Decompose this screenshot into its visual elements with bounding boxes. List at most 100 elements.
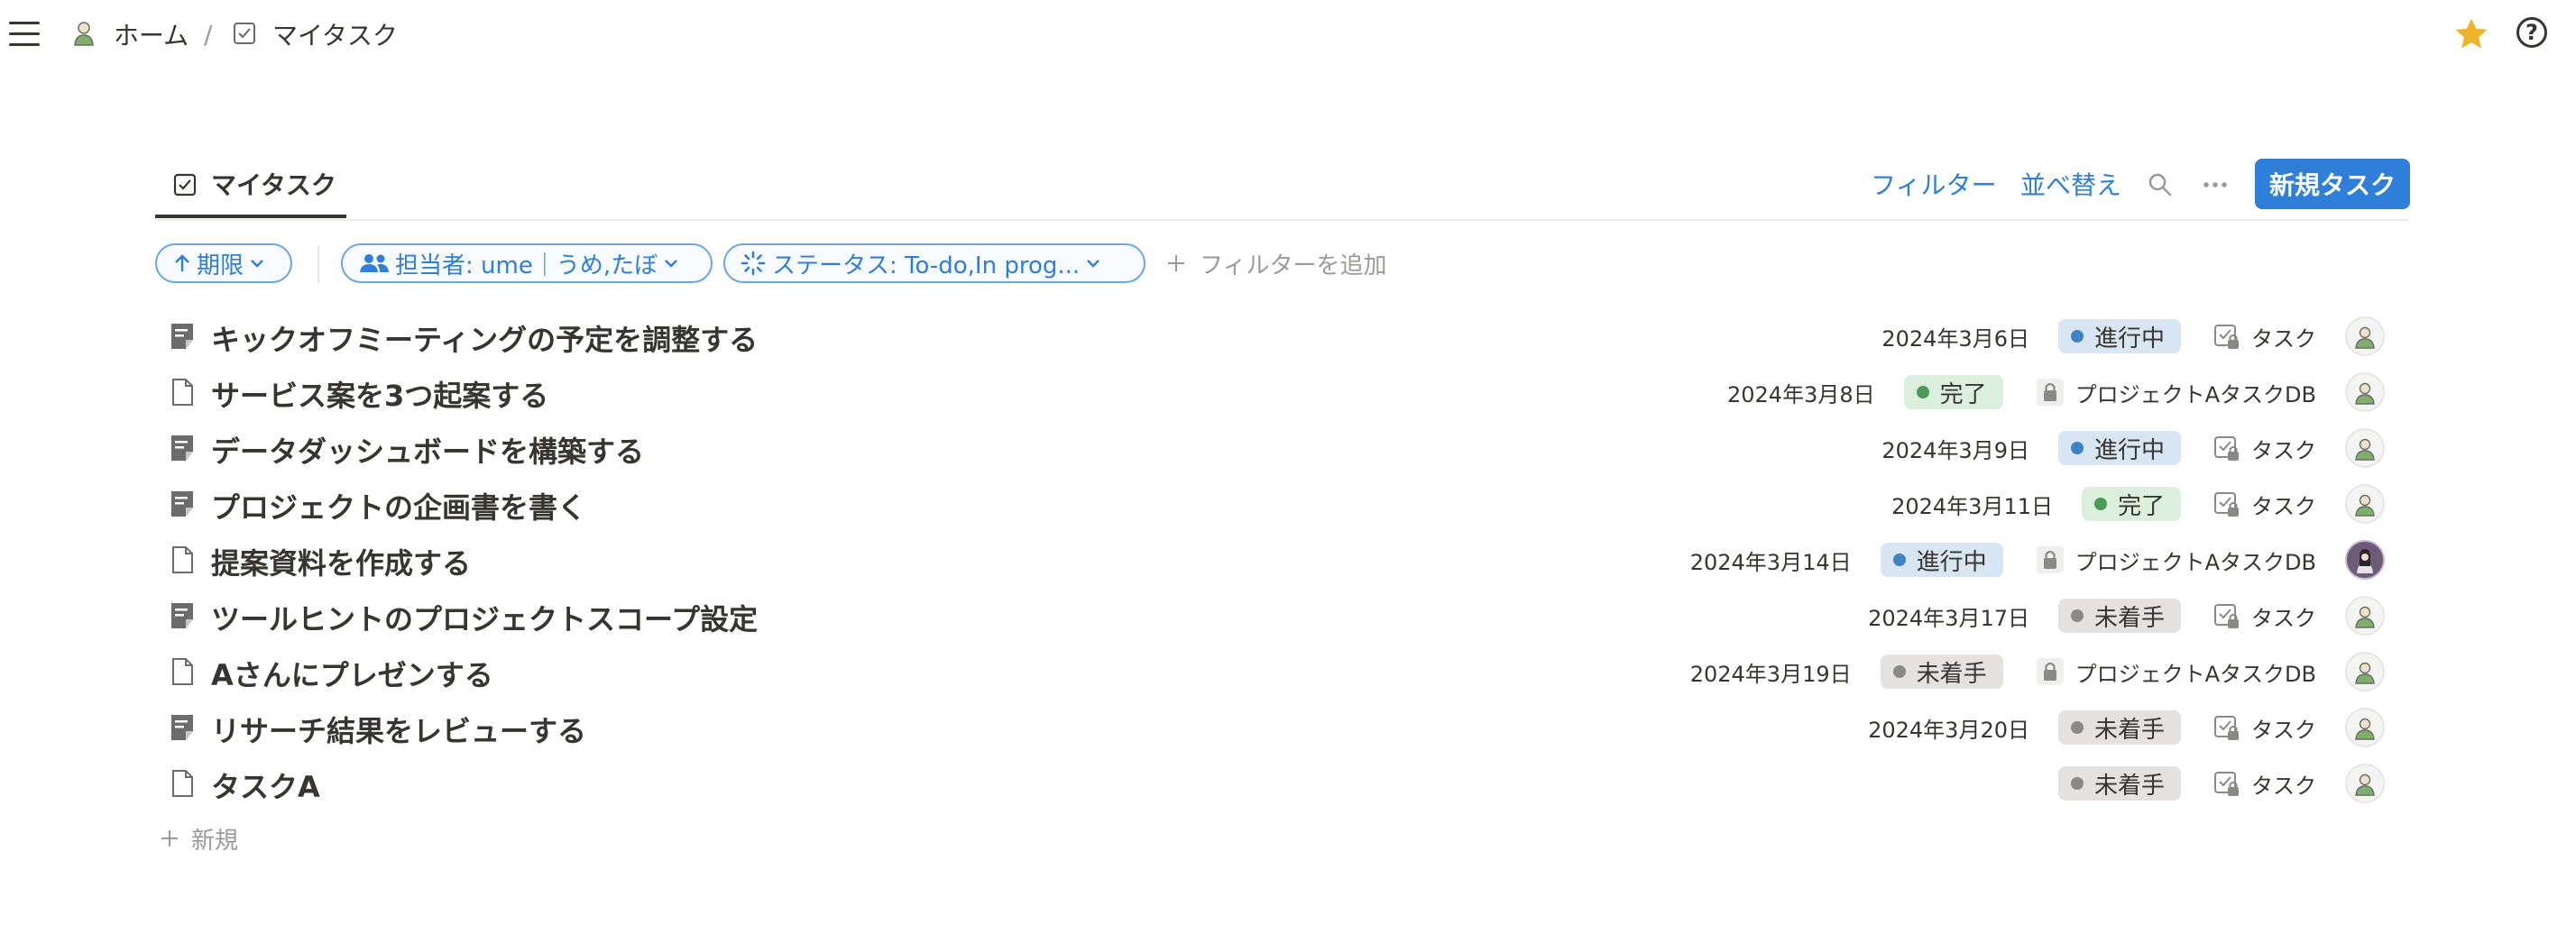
avatar[interactable] bbox=[2345, 484, 2385, 524]
checkbox-lock-icon bbox=[2214, 325, 2239, 349]
plus-icon bbox=[161, 830, 178, 847]
breadcrumb-home[interactable]: ホーム bbox=[114, 16, 189, 52]
task-title[interactable]: サービス案を3つ起案する bbox=[211, 373, 548, 415]
status-badge[interactable]: 未着手 bbox=[1880, 654, 2003, 689]
status-badge[interactable]: 進行中 bbox=[2057, 319, 2181, 353]
status-label: 完了 bbox=[1939, 380, 1987, 408]
task-title[interactable]: タスクA bbox=[211, 764, 320, 806]
task-row[interactable]: Aさんにプレゼンする 2024年3月19日 未着手 プロジェクトAタスクDB bbox=[155, 644, 2408, 700]
task-title[interactable]: プロジェクトの企画書を書く bbox=[211, 485, 586, 526]
task-relation[interactable]: タスク bbox=[2213, 433, 2316, 464]
checkbox-icon bbox=[234, 23, 255, 44]
avatar[interactable] bbox=[2345, 428, 2385, 468]
task-due-date[interactable]: 2024年3月14日 bbox=[1690, 545, 1852, 576]
task-due-date[interactable]: 2024年3月19日 bbox=[1690, 656, 1852, 688]
task-relation[interactable]: プロジェクトAタスクDB bbox=[2036, 545, 2316, 576]
task-due-date[interactable]: 2024年3月8日 bbox=[1727, 377, 1875, 408]
task-due-date[interactable]: 2024年3月6日 bbox=[1881, 321, 2029, 352]
top-bar: ホーム / マイタスク ? bbox=[0, 0, 2576, 69]
blank-page-icon bbox=[172, 379, 193, 406]
task-title[interactable]: データダッシュボードを構築する bbox=[211, 429, 644, 471]
avatar[interactable] bbox=[2345, 764, 2385, 803]
task-row[interactable]: データダッシュボードを構築する 2024年3月9日 進行中 タスク bbox=[155, 420, 2408, 476]
filter-chip-status-label: ステータス: To-do,In prog... bbox=[772, 252, 1081, 279]
status-badge[interactable]: 進行中 bbox=[2057, 431, 2181, 465]
filter-chip-due[interactable]: 期限 bbox=[155, 243, 292, 283]
new-task-button[interactable]: 新規タスク bbox=[2255, 159, 2410, 209]
lock-icon bbox=[2036, 546, 2064, 573]
task-relation[interactable]: プロジェクトAタスクDB bbox=[2036, 656, 2316, 688]
person-icon bbox=[2355, 606, 2375, 628]
hamburger-menu-icon[interactable] bbox=[9, 22, 40, 47]
people-icon bbox=[360, 254, 389, 272]
plus-icon bbox=[1168, 255, 1184, 271]
avatar[interactable] bbox=[2345, 316, 2385, 356]
blank-page-icon bbox=[172, 770, 193, 797]
checkbox-lock-icon bbox=[2214, 716, 2239, 740]
page-with-content-icon bbox=[168, 490, 197, 518]
new-row-button[interactable]: 新規 bbox=[159, 820, 238, 856]
chevron-down-icon bbox=[251, 260, 263, 268]
task-row[interactable]: キックオフミーティングの予定を調整する 2024年3月6日 進行中 タスク bbox=[155, 308, 2408, 364]
status-dot bbox=[1892, 665, 1906, 678]
search-icon[interactable] bbox=[2147, 171, 2174, 198]
task-title[interactable]: キックオフミーティングの予定を調整する bbox=[211, 317, 758, 359]
filter-button[interactable]: フィルター bbox=[1871, 166, 1996, 202]
avatar[interactable] bbox=[2345, 708, 2385, 747]
tab-my-tasks[interactable]: マイタスク bbox=[155, 159, 346, 218]
sort-button[interactable]: 並べ替え bbox=[2020, 166, 2121, 202]
person-icon bbox=[2355, 326, 2375, 349]
task-row[interactable]: サービス案を3つ起案する 2024年3月8日 完了 プロジェクトAタスクDB bbox=[155, 364, 2408, 420]
more-options-icon[interactable] bbox=[2199, 171, 2231, 198]
avatar[interactable] bbox=[2345, 652, 2385, 691]
breadcrumb-page[interactable]: マイタスク bbox=[272, 16, 398, 52]
task-row[interactable]: プロジェクトの企画書を書く 2024年3月11日 完了 タスク bbox=[155, 476, 2408, 532]
task-relation[interactable]: タスク bbox=[2213, 712, 2316, 744]
status-label: 未着手 bbox=[2093, 772, 2165, 800]
avatar[interactable] bbox=[2345, 540, 2385, 580]
avatar[interactable] bbox=[2345, 596, 2385, 636]
task-relation[interactable]: プロジェクトAタスクDB bbox=[2036, 377, 2316, 408]
task-due-date[interactable]: 2024年3月17日 bbox=[1868, 600, 2029, 632]
page-with-content-icon bbox=[171, 324, 193, 349]
task-relation[interactable]: タスク bbox=[2213, 768, 2316, 800]
task-relation-label: プロジェクトAタスクDB bbox=[2075, 549, 2316, 575]
task-due-date[interactable]: 2024年3月11日 bbox=[1891, 489, 2053, 520]
task-relation[interactable]: タスク bbox=[2213, 489, 2316, 520]
task-due-date[interactable]: 2024年3月9日 bbox=[1881, 433, 2029, 464]
status-badge[interactable]: 完了 bbox=[2081, 487, 2181, 521]
task-row[interactable]: リサーチ結果をレビューする 2024年3月20日 未着手 タスク bbox=[155, 700, 2408, 755]
help-icon[interactable]: ? bbox=[2516, 17, 2547, 48]
task-row[interactable]: 提案資料を作成する 2024年3月14日 進行中 プロジェクトAタスクDB bbox=[155, 532, 2408, 588]
add-filter-button[interactable]: フィルターを追加 bbox=[1165, 247, 1386, 279]
filter-separator bbox=[317, 245, 319, 283]
new-row-label: 新規 bbox=[191, 827, 239, 855]
task-title[interactable]: リサーチ結果をレビューする bbox=[211, 709, 586, 750]
blank-page-icon bbox=[172, 658, 193, 685]
checkbox-icon bbox=[173, 173, 197, 197]
task-due-date[interactable]: 2024年3月20日 bbox=[1868, 712, 2029, 744]
task-title[interactable]: ツールヒントのプロジェクトスコープ設定 bbox=[211, 597, 758, 638]
task-row[interactable]: タスクA 未着手 タスク bbox=[155, 755, 2408, 811]
tab-underline bbox=[155, 215, 346, 218]
task-relation-label: タスク bbox=[2251, 493, 2316, 519]
task-relation[interactable]: タスク bbox=[2213, 600, 2316, 632]
status-label: 未着手 bbox=[2093, 604, 2165, 632]
task-row[interactable]: ツールヒントのプロジェクトスコープ設定 2024年3月17日 未着手 タスク bbox=[155, 588, 2408, 644]
person-icon bbox=[2355, 718, 2375, 740]
star-icon[interactable] bbox=[2452, 14, 2491, 54]
filter-chip-assignee[interactable]: 担当者: ume｜うめ,たぼ bbox=[341, 243, 713, 283]
avatar[interactable] bbox=[2345, 372, 2385, 412]
task-title[interactable]: 提案資料を作成する bbox=[211, 541, 471, 582]
filter-chip-status[interactable]: ステータス: To-do,In prog... bbox=[723, 243, 1145, 283]
page-with-content-icon bbox=[171, 715, 193, 740]
task-title[interactable]: Aさんにプレゼンする bbox=[211, 653, 493, 694]
page-with-content-icon bbox=[171, 603, 193, 628]
status-badge[interactable]: 未着手 bbox=[2057, 710, 2181, 745]
task-relation[interactable]: タスク bbox=[2213, 321, 2316, 352]
status-badge[interactable]: 完了 bbox=[1903, 375, 2003, 409]
filter-chip-assignee-label: 担当者: ume｜うめ,たぼ bbox=[395, 252, 658, 279]
status-badge[interactable]: 進行中 bbox=[1880, 543, 2003, 577]
status-badge[interactable]: 未着手 bbox=[2057, 766, 2181, 801]
status-badge[interactable]: 未着手 bbox=[2057, 599, 2181, 633]
